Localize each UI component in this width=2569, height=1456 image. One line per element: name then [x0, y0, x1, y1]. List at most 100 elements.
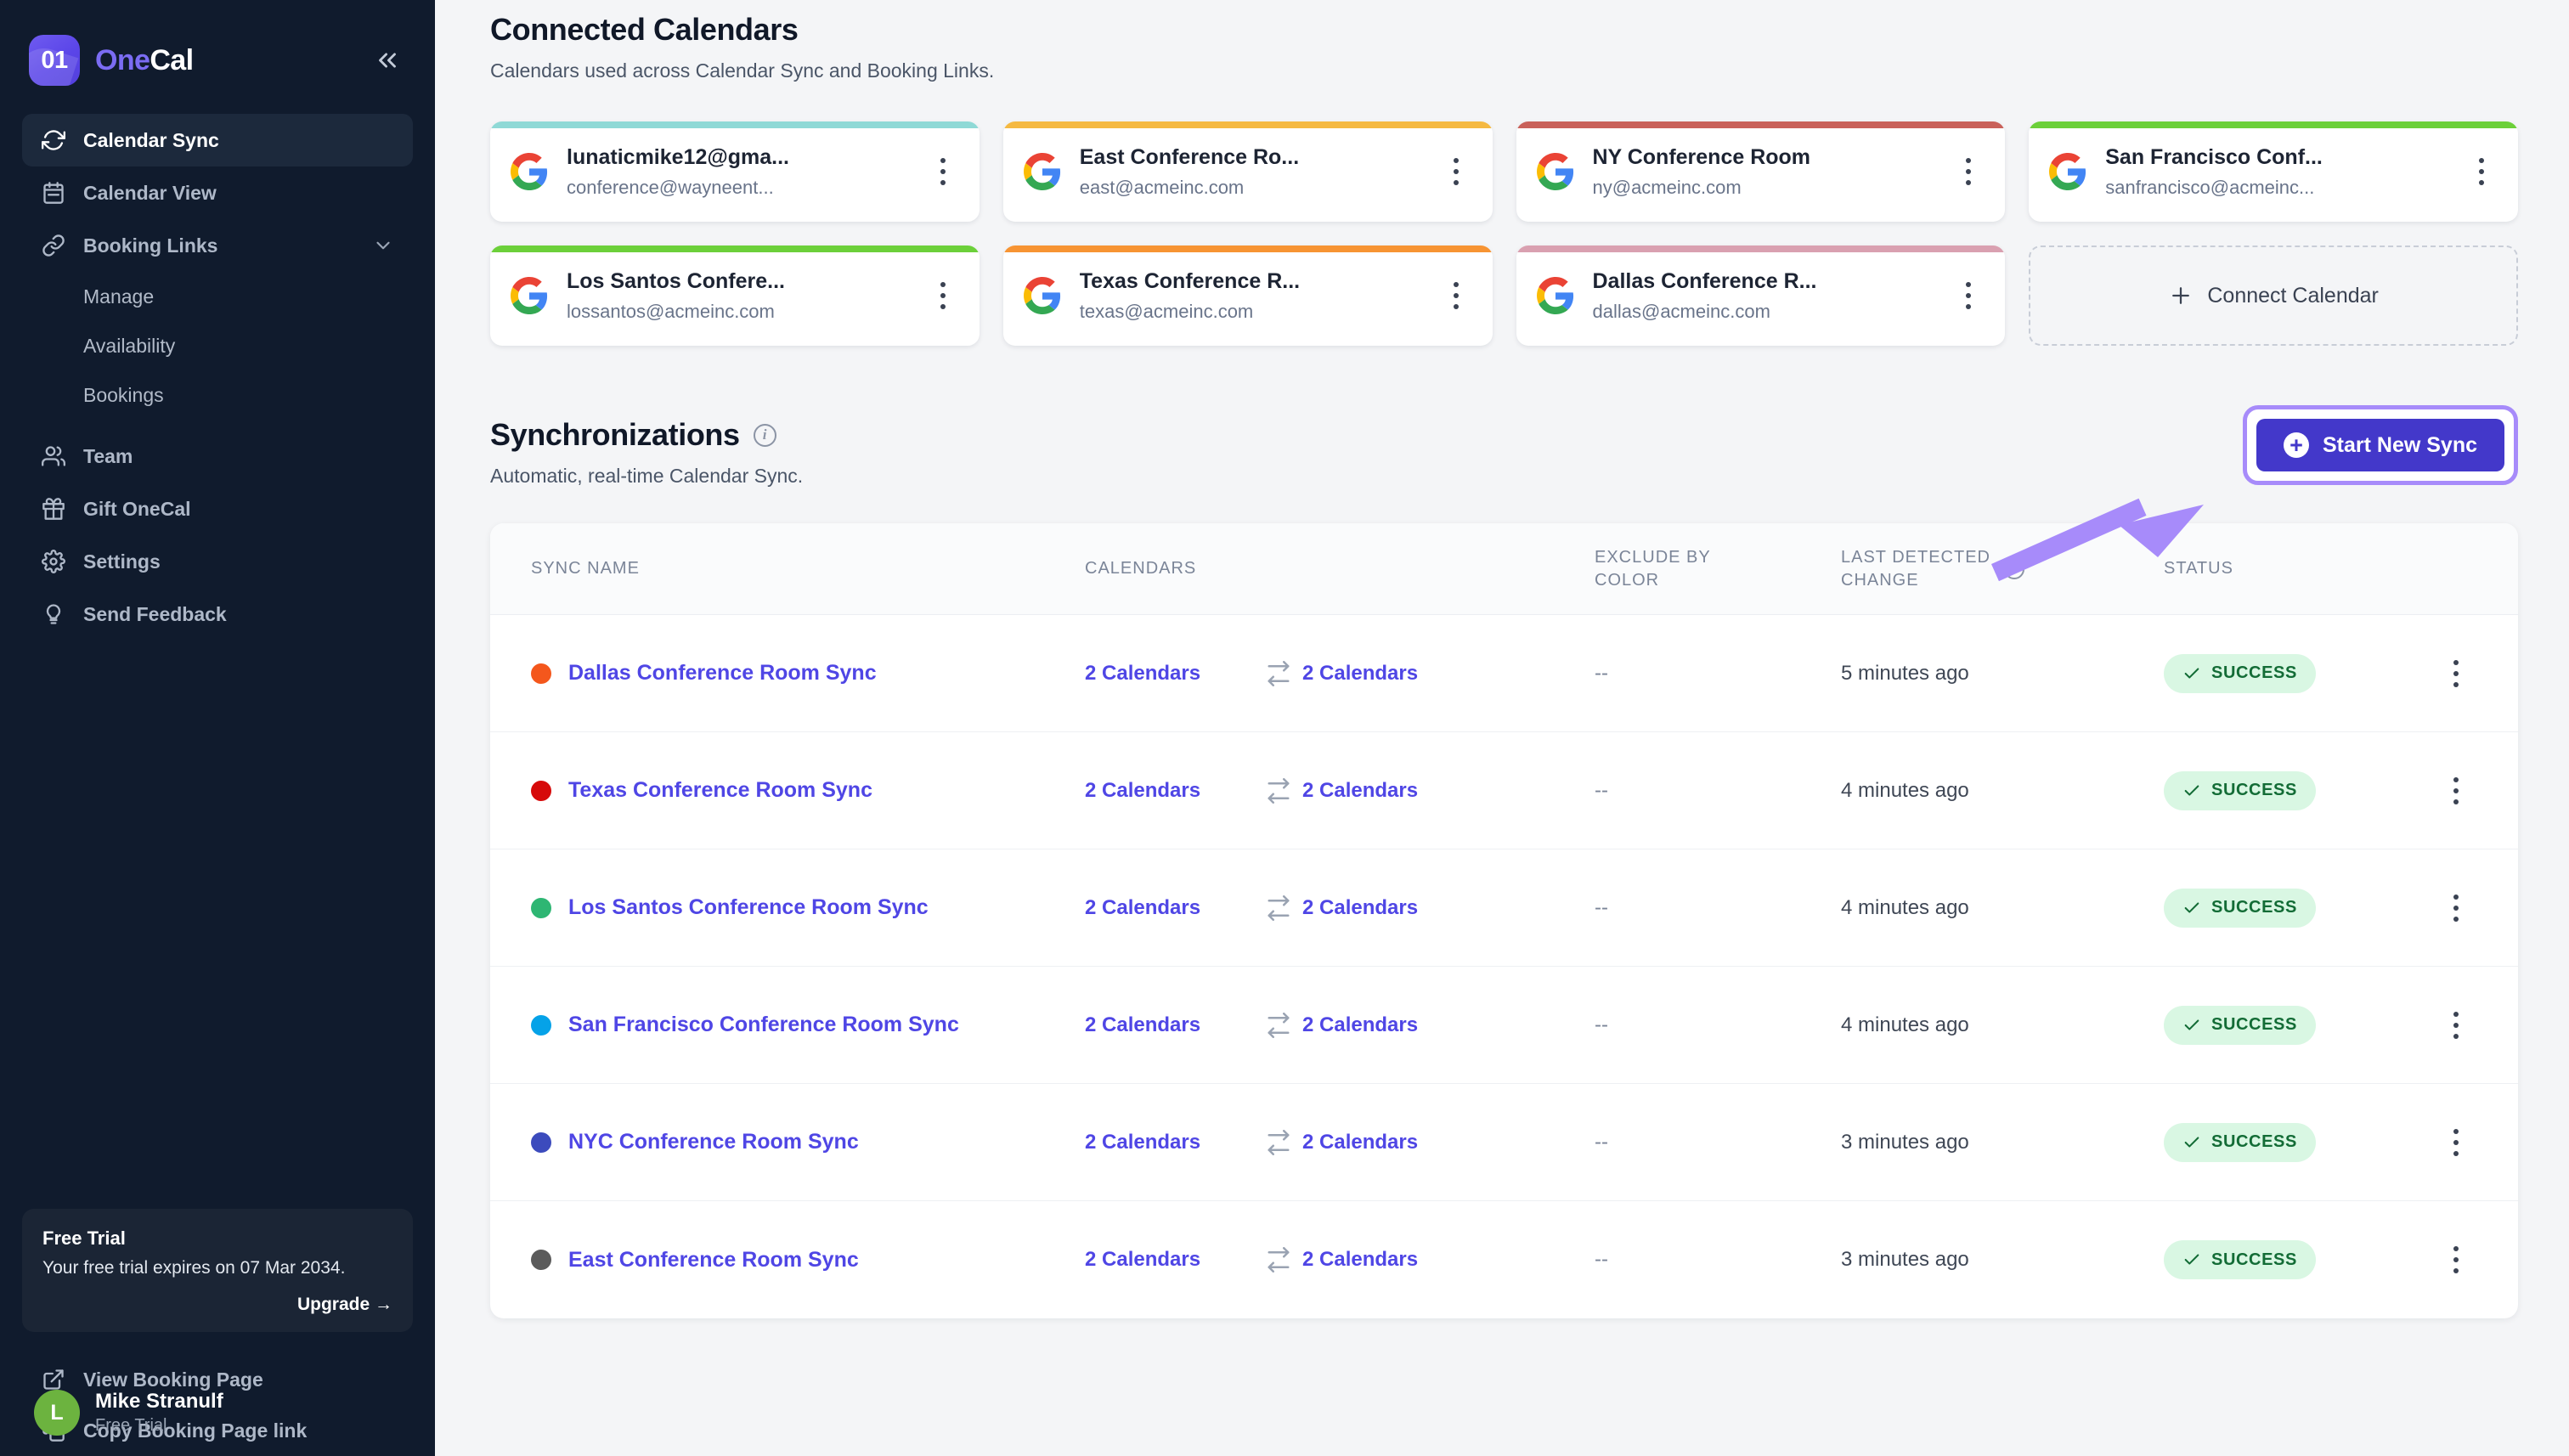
- status-badge: SUCCESS: [2164, 889, 2316, 928]
- table-row[interactable]: NYC Conference Room Sync 2 Calendars 2 C…: [490, 1084, 2518, 1201]
- table-row[interactable]: San Francisco Conference Room Sync 2 Cal…: [490, 967, 2518, 1084]
- connect-calendar-button[interactable]: Connect Calendar: [2029, 245, 2518, 346]
- sidebar: 01 OneCal Calendar Sync: [0, 0, 435, 1456]
- start-new-sync-button[interactable]: + Start New Sync: [2256, 419, 2504, 471]
- calendar-card-name: San Francisco Conf...: [2105, 145, 2467, 170]
- kebab-menu-icon[interactable]: [2442, 1012, 2470, 1039]
- row-last-detected-change: 5 minutes ago: [1841, 662, 2164, 686]
- row-actions-cell[interactable]: [2442, 777, 2518, 804]
- source-calendars-link[interactable]: 2 Calendars: [1085, 896, 1255, 920]
- kebab-menu-icon[interactable]: [929, 282, 957, 309]
- target-calendars-link[interactable]: 2 Calendars: [1302, 662, 1418, 686]
- sidebar-item-calendar-sync[interactable]: Calendar Sync: [22, 114, 413, 166]
- kebab-menu-icon[interactable]: [1442, 282, 1471, 309]
- table-row[interactable]: Dallas Conference Room Sync 2 Calendars …: [490, 615, 2518, 732]
- row-sync-name-cell[interactable]: Dallas Conference Room Sync: [490, 661, 1085, 686]
- row-actions-cell[interactable]: [2442, 660, 2518, 687]
- row-calendars-cell: 2 Calendars 2 Calendars: [1085, 778, 1595, 804]
- row-actions-cell[interactable]: [2442, 894, 2518, 922]
- kebab-menu-icon[interactable]: [2442, 1129, 2470, 1156]
- row-status-cell: SUCCESS: [2164, 889, 2442, 928]
- sync-color-dot: [531, 1015, 551, 1036]
- target-calendars-link[interactable]: 2 Calendars: [1302, 1131, 1418, 1154]
- sync-name-link[interactable]: Dallas Conference Room Sync: [568, 661, 877, 686]
- sidebar-sub-label: Manage: [83, 285, 154, 308]
- kebab-menu-icon[interactable]: [2467, 158, 2496, 185]
- calendar-card[interactable]: NY Conference Room ny@acmeinc.com: [1516, 121, 2006, 222]
- sidebar-item-availability[interactable]: Availability: [22, 321, 413, 370]
- user-profile-row[interactable]: L Mike Stranulf Free Trial: [0, 1390, 435, 1436]
- table-row[interactable]: Los Santos Conference Room Sync 2 Calend…: [490, 849, 2518, 967]
- card-accent-bar: [1003, 245, 1493, 252]
- row-status-cell: SUCCESS: [2164, 1006, 2442, 1045]
- calendar-card-text: Los Santos Confere... lossantos@acmeinc.…: [567, 269, 929, 323]
- calendar-card[interactable]: San Francisco Conf... sanfrancisco@acmei…: [2029, 121, 2518, 222]
- kebab-menu-icon[interactable]: [1442, 158, 1471, 185]
- row-sync-name-cell[interactable]: Texas Conference Room Sync: [490, 778, 1085, 803]
- kebab-menu-icon[interactable]: [1954, 158, 1983, 185]
- sidebar-item-gift-onecal[interactable]: Gift OneCal: [22, 483, 413, 535]
- source-calendars-link[interactable]: 2 Calendars: [1085, 1131, 1255, 1154]
- sync-name-link[interactable]: East Conference Room Sync: [568, 1248, 859, 1273]
- calendar-card[interactable]: Los Santos Confere... lossantos@acmeinc.…: [490, 245, 980, 346]
- calendar-card-text: lunaticmike12@gma... conference@wayneent…: [567, 145, 929, 199]
- onecal-logo-icon: 01: [29, 35, 80, 86]
- kebab-menu-icon[interactable]: [2442, 660, 2470, 687]
- upgrade-link[interactable]: Upgrade →: [42, 1295, 392, 1315]
- sidebar-item-bookings[interactable]: Bookings: [22, 370, 413, 420]
- kebab-menu-icon[interactable]: [2442, 1246, 2470, 1273]
- chevron-double-left-icon[interactable]: [369, 42, 406, 79]
- calendar-card[interactable]: lunaticmike12@gma... conference@wayneent…: [490, 121, 980, 222]
- target-calendars-link[interactable]: 2 Calendars: [1302, 779, 1418, 803]
- source-calendars-link[interactable]: 2 Calendars: [1085, 662, 1255, 686]
- sync-name-link[interactable]: Texas Conference Room Sync: [568, 778, 872, 803]
- sidebar-sub-label: Availability: [83, 335, 175, 358]
- kebab-menu-icon[interactable]: [929, 158, 957, 185]
- row-sync-name-cell[interactable]: San Francisco Conference Room Sync: [490, 1013, 1085, 1037]
- external-link-icon: [41, 1367, 66, 1392]
- trial-text: Your free trial expires on 07 Mar 2034.: [42, 1256, 392, 1281]
- row-sync-name-cell[interactable]: East Conference Room Sync: [490, 1248, 1085, 1273]
- source-calendars-link[interactable]: 2 Calendars: [1085, 1013, 1255, 1037]
- row-sync-name-cell[interactable]: Los Santos Conference Room Sync: [490, 895, 1085, 920]
- target-calendars-link[interactable]: 2 Calendars: [1302, 1248, 1418, 1272]
- chevron-down-icon[interactable]: [372, 234, 394, 257]
- target-calendars-link[interactable]: 2 Calendars: [1302, 896, 1418, 920]
- kebab-menu-icon[interactable]: [1954, 282, 1983, 309]
- sidebar-item-send-feedback[interactable]: Send Feedback: [22, 588, 413, 641]
- sync-name-link[interactable]: San Francisco Conference Room Sync: [568, 1013, 959, 1037]
- start-new-sync-highlight: + Start New Sync: [2243, 405, 2518, 485]
- row-actions-cell[interactable]: [2442, 1129, 2518, 1156]
- logo-text: 01: [29, 35, 80, 86]
- kebab-menu-icon[interactable]: [2442, 777, 2470, 804]
- source-calendars-link[interactable]: 2 Calendars: [1085, 779, 1255, 803]
- sync-name-link[interactable]: NYC Conference Room Sync: [568, 1130, 859, 1154]
- row-sync-name-cell[interactable]: NYC Conference Room Sync: [490, 1130, 1085, 1154]
- kebab-menu-icon[interactable]: [2442, 894, 2470, 922]
- table-row[interactable]: Texas Conference Room Sync 2 Calendars 2…: [490, 732, 2518, 849]
- sidebar-item-booking-links[interactable]: Booking Links: [22, 219, 413, 272]
- table-row[interactable]: East Conference Room Sync 2 Calendars 2 …: [490, 1201, 2518, 1318]
- sidebar-item-calendar-view[interactable]: Calendar View: [22, 166, 413, 219]
- plus-circle-icon: +: [2284, 432, 2309, 458]
- calendar-card-email: ny@acmeinc.com: [1593, 177, 1955, 199]
- team-icon: [41, 443, 66, 469]
- sync-color-dot: [531, 1250, 551, 1270]
- sidebar-item-team[interactable]: Team: [22, 430, 413, 483]
- start-new-sync-label: Start New Sync: [2323, 433, 2477, 458]
- status-label: SUCCESS: [2211, 1015, 2297, 1035]
- row-exclude-by-color: --: [1595, 662, 1841, 686]
- info-icon[interactable]: i: [754, 424, 776, 447]
- calendar-card[interactable]: Dallas Conference R... dallas@acmeinc.co…: [1516, 245, 2006, 346]
- calendar-card[interactable]: Texas Conference R... texas@acmeinc.com: [1003, 245, 1493, 346]
- sync-name-link[interactable]: Los Santos Conference Room Sync: [568, 895, 929, 920]
- row-actions-cell[interactable]: [2442, 1246, 2518, 1273]
- sidebar-item-settings[interactable]: Settings: [22, 535, 413, 588]
- source-calendars-link[interactable]: 2 Calendars: [1085, 1248, 1255, 1272]
- row-actions-cell[interactable]: [2442, 1012, 2518, 1039]
- google-icon: [2049, 153, 2086, 190]
- target-calendars-link[interactable]: 2 Calendars: [1302, 1013, 1418, 1037]
- info-icon[interactable]: i: [2004, 559, 2024, 579]
- sidebar-item-manage[interactable]: Manage: [22, 272, 413, 321]
- calendar-card[interactable]: East Conference Ro... east@acmeinc.com: [1003, 121, 1493, 222]
